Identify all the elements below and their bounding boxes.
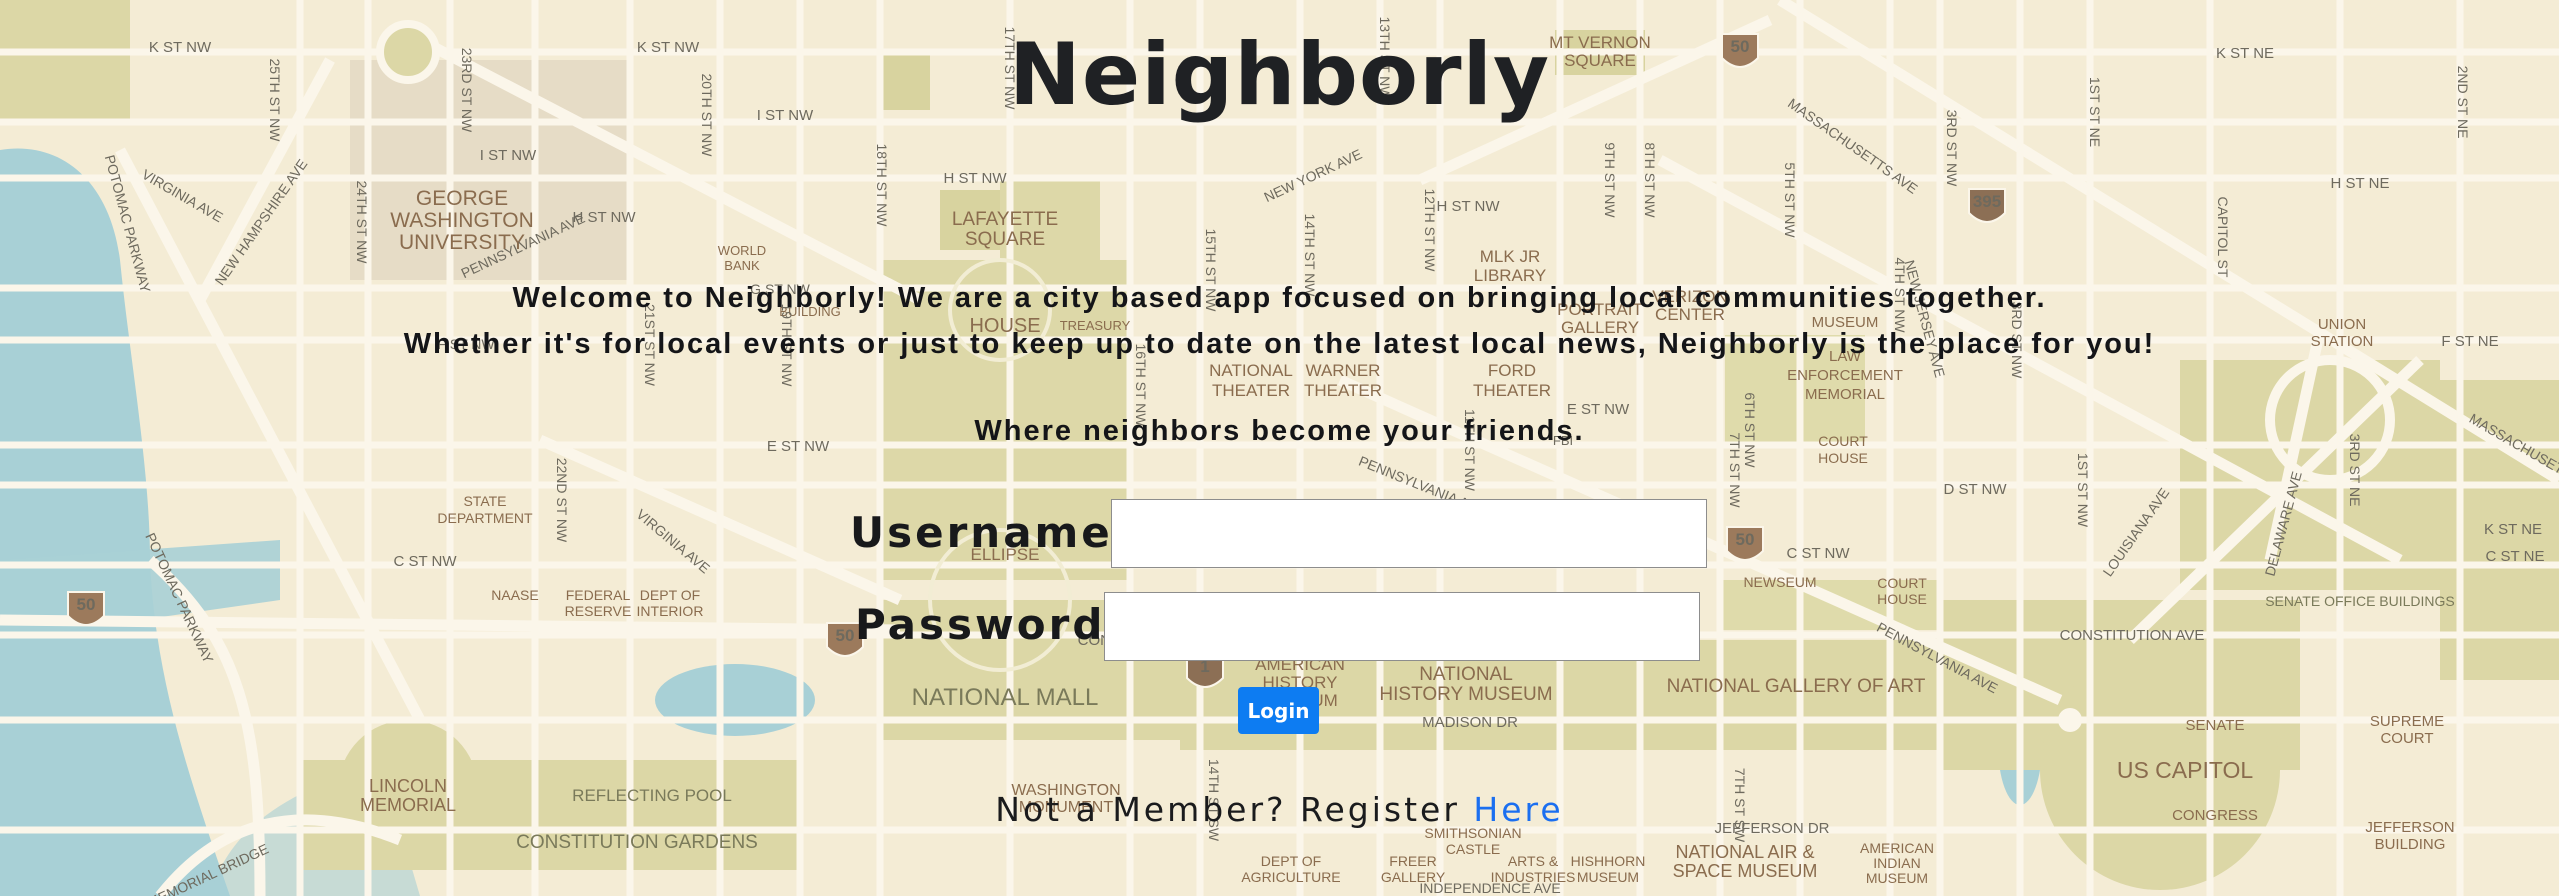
- map-label: WARNER: [1306, 361, 1381, 380]
- map-label: 395: [1973, 192, 2001, 211]
- map-label: NATIONAL MALL: [912, 684, 1099, 711]
- map-label: ARTS &: [1508, 853, 1559, 869]
- map-label: 50: [836, 626, 855, 645]
- map-label: AGRICULTURE: [1241, 869, 1340, 885]
- map-label: C ST NE: [2486, 548, 2545, 565]
- map-label: FREER: [1389, 853, 1436, 869]
- map-label: THEATER: [1304, 381, 1382, 400]
- map-label: NATIONAL GALLERY OF ART: [1667, 676, 1926, 697]
- map-label: BUILDING: [2375, 836, 2446, 853]
- map-label: C ST NW: [393, 553, 457, 570]
- map-label: US CAPITOL: [2117, 757, 2254, 783]
- map-label: FEDERAL: [566, 587, 631, 603]
- map-label: MADISON DR: [1422, 714, 1518, 731]
- map-label: HISHHORN: [1571, 853, 1646, 869]
- username-label: Username:: [850, 508, 1133, 557]
- map-label: NATIONAL AIR &: [1675, 842, 1814, 862]
- map-label: LAFAYETTE: [952, 209, 1058, 230]
- map-label: NATIONAL: [1419, 664, 1513, 685]
- map-label: H ST NE: [2331, 175, 2390, 192]
- map-label: 12TH ST NW: [1422, 189, 1438, 273]
- map-label: BANK: [724, 258, 760, 273]
- map-label: MUSEUM: [1577, 869, 1639, 885]
- password-label: Password:: [855, 600, 1126, 649]
- map-label: GEORGE: [416, 187, 508, 210]
- map-label: INDIAN: [1873, 855, 1920, 871]
- map-label: I ST NW: [480, 147, 537, 164]
- tagline: Where neighbors become your friends.: [974, 415, 1585, 447]
- map-label: 22ND ST NW: [554, 458, 570, 543]
- map-label: K ST NE: [2484, 521, 2542, 538]
- register-prompt-text: Not a Member? Register: [995, 790, 1474, 829]
- map-label: CONSTITUTION GARDENS: [516, 832, 758, 853]
- map-label: SENATE OFFICE BUILDINGS: [2265, 593, 2455, 609]
- city-map-background: K ST NW K ST NW K ST NEK ST NEI ST NWI ST …: [0, 0, 2559, 896]
- intro-line-2: Whether it's for local events or just to…: [403, 328, 2156, 360]
- map-label: COURT: [1877, 575, 1927, 591]
- app-title: Neighborly: [1008, 25, 1551, 125]
- map-label: DEPT OF: [1261, 853, 1321, 869]
- map-label: 9TH ST NW: [1602, 142, 1618, 218]
- map-label: ENFORCEMENT: [1787, 367, 1903, 384]
- map-label: 1ST ST NW: [2075, 453, 2091, 528]
- map-label: THEATER: [1212, 381, 1290, 400]
- map-label: INDEPENDENCE AVE: [1419, 880, 1560, 896]
- map-label: C ST NW: [1786, 545, 1850, 562]
- map-label: THEATER: [1473, 381, 1551, 400]
- map-label: NEWSEUM: [1743, 574, 1816, 590]
- map-label: INTERIOR: [637, 603, 704, 619]
- register-link[interactable]: Here: [1473, 790, 1563, 829]
- map-label: HOUSE: [1818, 450, 1868, 466]
- map-label: SPACE MUSEUM: [1673, 861, 1818, 881]
- map-label: 8TH ST NW: [1642, 142, 1658, 218]
- map-label: STATE: [463, 493, 506, 509]
- map-label: NATIONAL: [1209, 361, 1293, 380]
- map-label: SQUARE: [965, 229, 1045, 250]
- map-label: H ST NW: [943, 170, 1007, 187]
- map-label: HOUSE: [1877, 591, 1927, 607]
- map-label: DEPT OF: [640, 587, 700, 603]
- username-input[interactable]: [1111, 499, 1707, 568]
- map-label: WORLD: [718, 243, 766, 258]
- map-label: DEPARTMENT: [437, 510, 533, 526]
- map-label: WASHINGTON: [390, 209, 534, 232]
- map-label: 18TH ST NW: [874, 144, 890, 228]
- map-label: CASTLE: [1446, 841, 1500, 857]
- map-label: MUSEUM: [1866, 870, 1928, 886]
- map-label: CONSTITUTION AVE: [2060, 627, 2205, 644]
- password-input[interactable]: [1104, 592, 1700, 661]
- map-label: D ST NW: [1943, 481, 2007, 498]
- map-label: SUPREME: [2370, 713, 2444, 730]
- register-prompt: Not a Member? Register Here: [0, 790, 2559, 829]
- intro-line-1: Welcome to Neighborly! We are a city bas…: [512, 282, 2047, 314]
- map-label: CAPITOL ST: [2215, 197, 2231, 278]
- map-label: MLK JR: [1480, 247, 1540, 266]
- map-label: 50: [77, 595, 96, 614]
- map-label: H ST NW: [1436, 198, 1500, 215]
- map-label: 50: [1736, 530, 1755, 549]
- map-label: HISTORY MUSEUM: [1379, 684, 1552, 705]
- page: K ST NW K ST NW K ST NE K ST NE I ST NW I ST …: [0, 0, 2559, 896]
- map-label: MEMORIAL: [1805, 386, 1885, 403]
- map-label: FORD: [1488, 361, 1536, 380]
- map-label: 24TH ST NW: [354, 181, 370, 265]
- map-label: COURT: [2380, 730, 2433, 747]
- map-label: SENATE: [2186, 717, 2245, 734]
- map-label: NAASE: [491, 587, 538, 603]
- login-button[interactable]: Login: [1238, 687, 1319, 734]
- map-label: 5TH ST NW: [1782, 162, 1798, 238]
- map-label: AMERICAN: [1860, 840, 1934, 856]
- map-label: RESERVE: [565, 603, 632, 619]
